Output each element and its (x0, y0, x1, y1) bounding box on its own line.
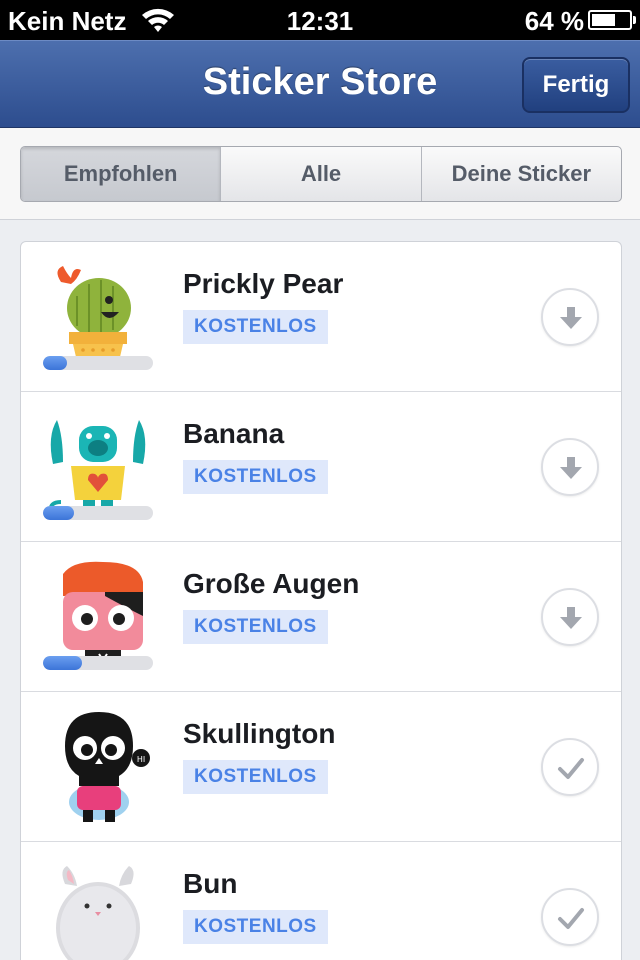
battery-percent: 64 % (524, 6, 584, 36)
bun-sticker-image (56, 866, 140, 960)
sticker-row-bun[interactable]: Bun KOSTENLOS (21, 842, 621, 960)
sticker-name: Prickly Pear (183, 268, 344, 299)
price-badge: KOSTENLOS (183, 760, 328, 794)
download-button[interactable] (541, 438, 599, 496)
download-button[interactable] (541, 288, 599, 346)
download-progress-bar (43, 506, 153, 520)
download-progress-bar (43, 656, 153, 670)
done-button[interactable]: Fertig (522, 57, 630, 113)
price-badge: KOSTENLOS (183, 460, 328, 494)
tab-deine-sticker[interactable]: Deine Sticker (420, 147, 621, 201)
segmented-control: Empfohlen Alle Deine Sticker (20, 146, 622, 202)
download-icon (560, 607, 582, 629)
price-badge: KOSTENLOS (183, 310, 328, 344)
checkmark-icon (558, 758, 584, 779)
svg-text:HI: HI (137, 755, 145, 764)
sticker-list: Prickly Pear KOSTENLOS Banana KOSTENLOS (20, 241, 622, 960)
sticker-row-prickly-pear[interactable]: Prickly Pear KOSTENLOS (21, 242, 621, 392)
checkmark-icon (558, 908, 584, 929)
download-progress-bar (43, 356, 153, 370)
sticker-name: Skullington (183, 718, 336, 749)
sticker-row-skullington[interactable]: HI Skullington KOSTENLOS (21, 692, 621, 842)
sticker-name: Banana (183, 418, 285, 449)
download-icon (560, 457, 582, 479)
download-button[interactable] (541, 588, 599, 646)
installed-indicator[interactable] (541, 888, 599, 946)
segmented-control-bar: Empfohlen Alle Deine Sticker (0, 128, 640, 220)
price-badge: KOSTENLOS (183, 610, 328, 644)
nav-bar: Sticker Store Fertig (0, 40, 640, 128)
battery-icon (588, 10, 636, 30)
skullington-sticker-image: HI (65, 712, 150, 822)
status-bar: Kein Netz 12:31 64 % (0, 0, 640, 40)
tab-empfohlen[interactable]: Empfohlen (21, 147, 221, 201)
price-badge: KOSTENLOS (183, 910, 328, 944)
sticker-row-grosse-augen[interactable]: Große Augen KOSTENLOS (21, 542, 621, 692)
tab-alle[interactable]: Alle (220, 147, 420, 201)
sticker-name: Große Augen (183, 568, 360, 599)
download-icon (560, 307, 582, 329)
sticker-name: Bun (183, 868, 238, 899)
sticker-row-banana[interactable]: Banana KOSTENLOS (21, 392, 621, 542)
installed-indicator[interactable] (541, 738, 599, 796)
